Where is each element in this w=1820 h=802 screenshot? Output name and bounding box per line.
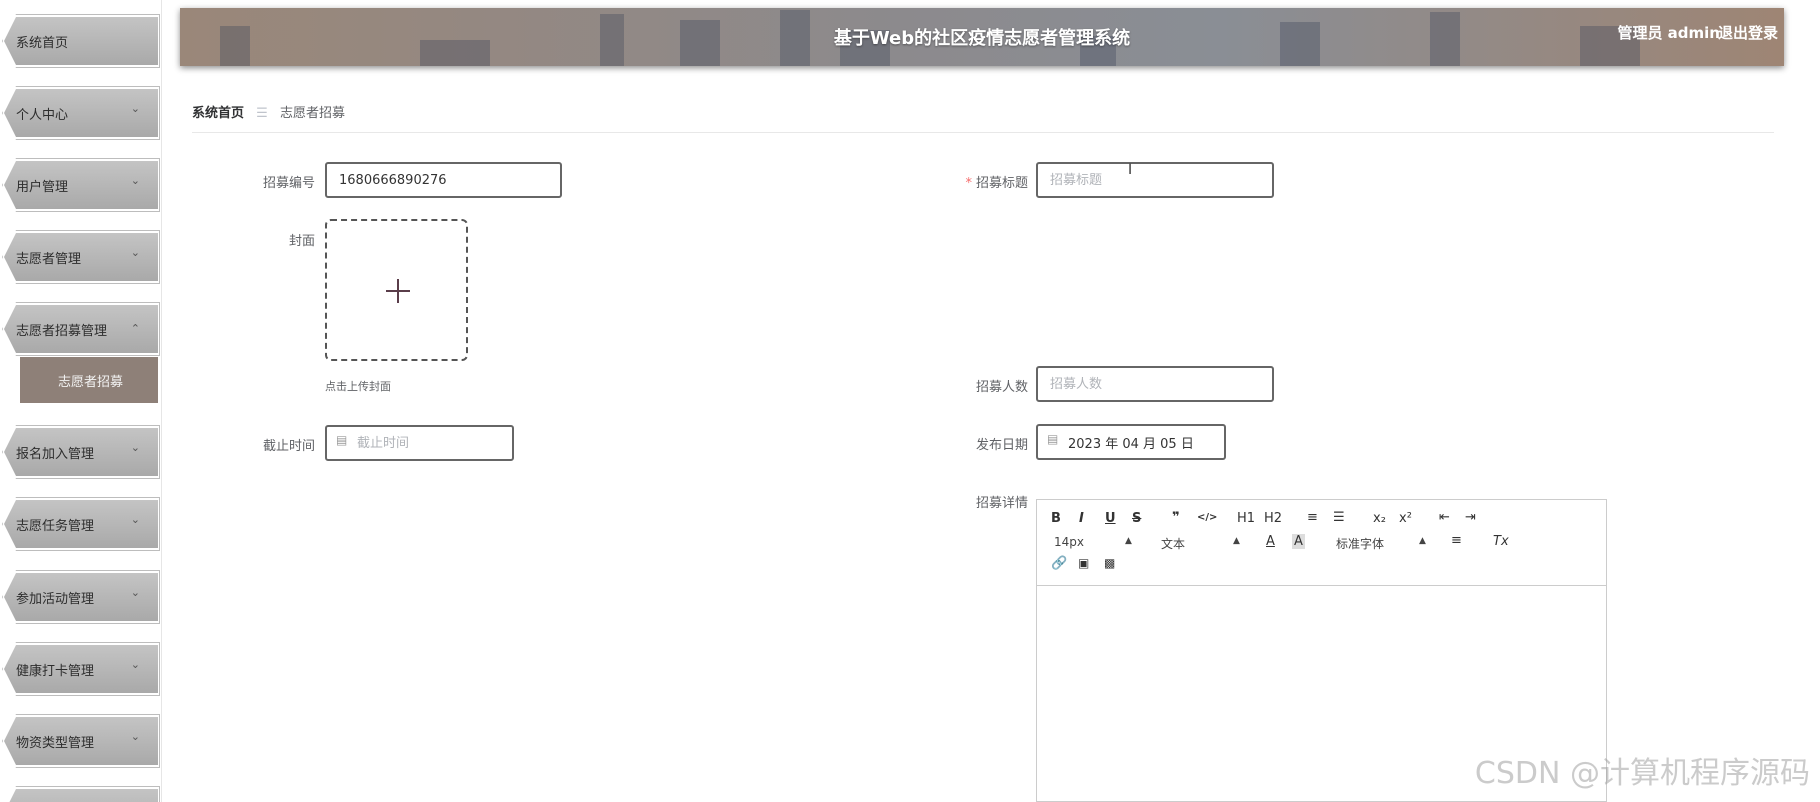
background-color-icon[interactable]: A — [1292, 534, 1305, 549]
cover-label: 封面 — [288, 234, 315, 249]
breadcrumb-separator-icon: ☰ — [256, 106, 268, 121]
sidebar-item-personal-center[interactable]: 个人中心 ⌄ — [2, 86, 160, 140]
app-title: 基于Web的社区疫情志愿者管理系统 — [833, 28, 1131, 49]
sidebar-item-label: 系统首页 — [16, 36, 69, 51]
recruit-title-label: * 招募标题 — [908, 172, 1028, 191]
recruit-no-label: 招募编号 — [262, 176, 315, 191]
heading1-icon[interactable]: H1 — [1237, 511, 1255, 526]
sidebar-item-label: 志愿者管理 — [16, 252, 82, 267]
outdent-icon[interactable]: ⇤ — [1439, 510, 1450, 525]
editor-toolbar: B I U S ❞ </> H1 H2 ≡ ☰ x₂ x² ⇤ ⇥ 14px ▲… — [1037, 500, 1606, 586]
clear-format-icon[interactable]: Tx — [1493, 534, 1509, 549]
superscript-icon[interactable]: x² — [1399, 511, 1412, 526]
recruit-count-label: 招募人数 — [975, 380, 1028, 395]
top-header: 基于Web的社区疫情志愿者管理系统 管理员 admin 退出登录 — [180, 8, 1784, 66]
cover-upload-tip: 点击上传封面 — [325, 380, 391, 393]
sidebar-item-label: 个人中心 — [16, 108, 69, 123]
code-icon[interactable]: </> — [1197, 512, 1217, 523]
current-user: 管理员 admin — [1617, 24, 1720, 42]
sidebar-item-label: 参加活动管理 — [16, 592, 95, 607]
font-size-select[interactable]: 14px — [1054, 535, 1084, 549]
text-type-select[interactable]: 文本 — [1161, 535, 1185, 552]
sidebar-item-user-management[interactable]: 用户管理 ⌄ — [2, 158, 160, 212]
strikethrough-icon[interactable]: S — [1132, 511, 1141, 526]
recruit-title-label-text: 招募标题 — [975, 176, 1028, 191]
chevron-down-icon: ⌄ — [130, 586, 140, 599]
sidebar: 系统首页 个人中心 ⌄ 用户管理 ⌄ 志愿者管理 ⌄ 志愿者招募管理 ⌃ 志愿者… — [0, 0, 162, 802]
sidebar-item-supply-type[interactable]: 物资类型管理 ⌄ — [2, 714, 160, 768]
logout-link[interactable]: 退出登录 — [1718, 22, 1778, 43]
link-icon[interactable]: 🔗 — [1051, 556, 1067, 571]
heading2-icon[interactable]: H2 — [1264, 511, 1282, 526]
chevron-down-icon: ⌄ — [130, 513, 140, 526]
menu-shape — [4, 789, 158, 802]
text-type-caret-icon: ▲ — [1233, 536, 1240, 546]
font-family-caret-icon: ▲ — [1419, 536, 1426, 546]
publish-date-field[interactable] — [1036, 424, 1226, 460]
recruit-no-field[interactable] — [325, 162, 562, 198]
sidebar-subitem-recruit[interactable]: 志愿者招募 — [20, 357, 158, 403]
breadcrumb-current: 志愿者招募 — [279, 106, 345, 121]
sidebar-item-signup-management[interactable]: 报名加入管理 ⌄ — [2, 425, 160, 479]
sidebar-item-task-management[interactable]: 志愿任务管理 ⌄ — [2, 497, 160, 551]
sidebar-item-more[interactable] — [2, 786, 160, 802]
sidebar-item-home[interactable]: 系统首页 — [2, 14, 160, 68]
underline-icon[interactable]: U — [1105, 511, 1116, 526]
italic-icon[interactable]: I — [1079, 511, 1084, 526]
sidebar-item-label: 用户管理 — [16, 180, 69, 195]
calendar-icon: ▤ — [336, 433, 348, 447]
deadline-label: 截止时间 — [262, 439, 315, 454]
sidebar-item-recruit-management[interactable]: 志愿者招募管理 ⌃ — [2, 302, 160, 356]
recruit-title-field[interactable] — [1036, 162, 1274, 198]
cover-upload[interactable] — [325, 219, 468, 361]
breadcrumb: 系统首页 ☰ 志愿者招募 — [192, 102, 345, 121]
calendar-icon: ▤ — [1047, 432, 1059, 446]
sidebar-item-label: 物资类型管理 — [16, 736, 95, 751]
chevron-down-icon: ⌄ — [130, 730, 140, 743]
sidebar-item-activity-management[interactable]: 参加活动管理 ⌄ — [2, 570, 160, 624]
chevron-down-icon: ⌄ — [130, 441, 140, 454]
chevron-down-icon: ⌄ — [130, 102, 140, 115]
ordered-list-icon[interactable]: ≡ — [1307, 510, 1318, 525]
detail-label: 招募详情 — [975, 496, 1028, 511]
font-color-icon[interactable]: A — [1266, 534, 1275, 549]
blockquote-icon[interactable]: ❞ — [1172, 510, 1180, 525]
sidebar-item-volunteer-management[interactable]: 志愿者管理 ⌄ — [2, 230, 160, 284]
chevron-down-icon: ⌄ — [130, 246, 140, 259]
align-icon[interactable]: ≡ — [1451, 533, 1462, 548]
sidebar-subitem-label: 志愿者招募 — [58, 375, 124, 390]
font-size-caret-icon: ▲ — [1125, 536, 1132, 546]
sidebar-item-label: 报名加入管理 — [16, 447, 95, 462]
publish-date-label: 发布日期 — [975, 438, 1028, 453]
sidebar-item-health-checkin[interactable]: 健康打卡管理 ⌄ — [2, 642, 160, 696]
deadline-field[interactable] — [325, 425, 514, 461]
plus-icon-vertical — [397, 279, 399, 303]
divider — [192, 132, 1774, 133]
recruit-count-field[interactable] — [1036, 366, 1274, 402]
sidebar-item-label: 志愿任务管理 — [16, 519, 95, 534]
watermark: CSDN @计算机程序源码 — [1474, 756, 1810, 791]
chevron-up-icon: ⌃ — [130, 322, 140, 335]
indent-icon[interactable]: ⇥ — [1465, 510, 1476, 525]
image-icon[interactable]: ▣ — [1078, 556, 1089, 570]
sidebar-item-label: 志愿者招募管理 — [16, 324, 108, 339]
subscript-icon[interactable]: x₂ — [1373, 511, 1386, 526]
chevron-down-icon: ⌄ — [130, 174, 140, 187]
bold-icon[interactable]: B — [1051, 511, 1061, 526]
sidebar-item-label: 健康打卡管理 — [16, 664, 95, 679]
video-icon[interactable]: ▩ — [1104, 556, 1115, 570]
chevron-down-icon: ⌄ — [130, 658, 140, 671]
required-mark: * — [965, 176, 972, 191]
font-family-select[interactable]: 标准字体 — [1336, 535, 1384, 552]
bullet-list-icon[interactable]: ☰ — [1333, 510, 1345, 525]
text-cursor-icon: I — [1128, 162, 1133, 178]
breadcrumb-home[interactable]: 系统首页 — [192, 106, 244, 121]
